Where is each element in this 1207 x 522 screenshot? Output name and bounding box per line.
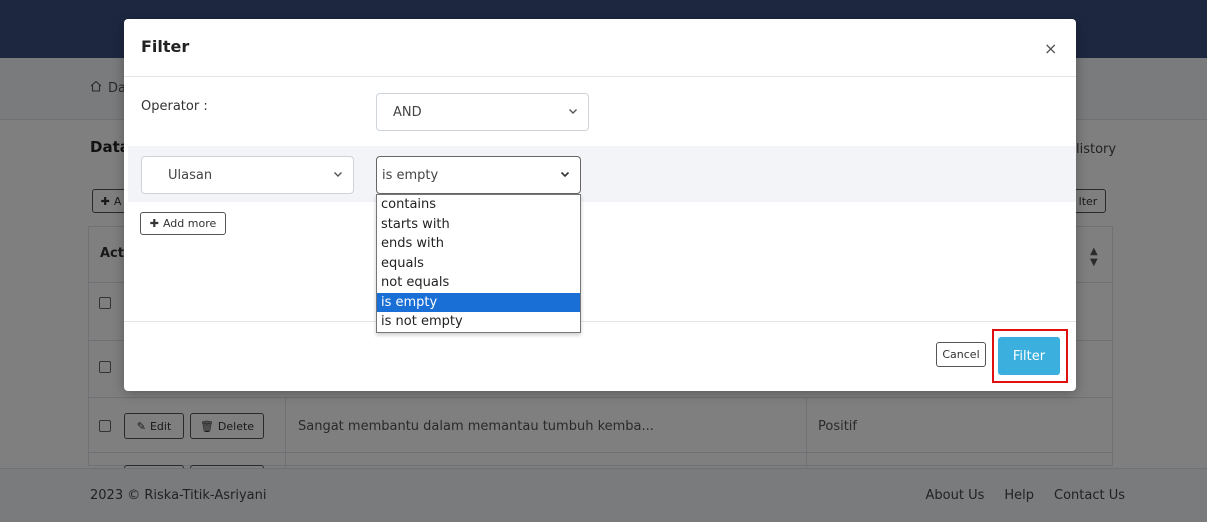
operator-value: AND	[393, 104, 422, 120]
field-value: Ulasan	[168, 167, 213, 183]
operator-label: Operator :	[141, 99, 208, 114]
condition-select[interactable]: is empty	[376, 156, 581, 194]
filter-modal: Filter × Operator : AND Ulasan is empty …	[124, 19, 1076, 391]
option-is-empty[interactable]: is empty	[377, 292, 580, 312]
option-not-equals[interactable]: not equals	[377, 273, 580, 293]
apply-filter-button[interactable]: Filter	[998, 337, 1060, 375]
chevron-down-icon	[333, 169, 343, 182]
cancel-button[interactable]: Cancel	[936, 342, 986, 367]
option-contains[interactable]: contains	[377, 195, 580, 215]
plus-icon: ✚	[149, 217, 159, 230]
modal-footer-divider	[124, 321, 1076, 322]
option-ends-with[interactable]: ends with	[377, 234, 580, 254]
option-equals[interactable]: equals	[377, 254, 580, 274]
operator-select[interactable]: AND	[376, 93, 589, 131]
modal-title: Filter	[141, 37, 190, 56]
add-more-button[interactable]: ✚ Add more	[140, 212, 226, 235]
condition-dropdown-list: contains starts with ends with equals no…	[376, 194, 581, 333]
modal-header	[124, 19, 1076, 77]
close-icon[interactable]: ×	[1044, 39, 1057, 58]
add-more-label: Add more	[162, 217, 217, 230]
option-starts-with[interactable]: starts with	[377, 215, 580, 235]
chevron-down-icon	[560, 169, 570, 182]
option-is-not-empty[interactable]: is not empty	[377, 312, 580, 332]
chevron-down-icon	[568, 106, 578, 119]
field-select[interactable]: Ulasan	[141, 156, 354, 194]
condition-value: is empty	[382, 167, 439, 183]
